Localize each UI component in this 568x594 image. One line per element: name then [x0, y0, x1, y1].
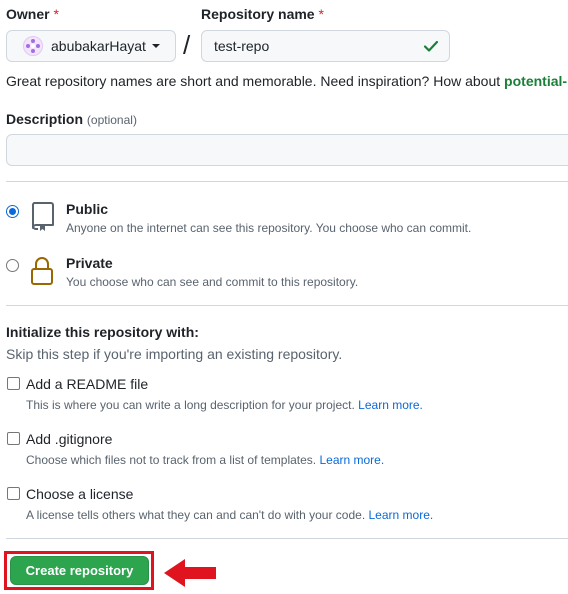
readme-title: Add a README file: [26, 376, 149, 392]
optional-note: (optional): [86, 113, 137, 127]
repo-book-icon: [31, 202, 54, 231]
repo-name-label: Repository name *: [201, 6, 324, 22]
divider: [6, 538, 568, 539]
license-title: Choose a license: [26, 486, 134, 502]
required-mark: *: [318, 6, 324, 22]
name-suggestion[interactable]: potential-r: [504, 73, 568, 89]
private-desc: You choose who can see and commit to thi…: [66, 275, 359, 289]
private-title: Private: [66, 255, 113, 271]
owner-select[interactable]: abubakarHayat: [6, 30, 176, 62]
public-radio[interactable]: [6, 205, 19, 218]
owner-repo-separator: /: [183, 30, 191, 60]
gitignore-desc: Choose which files not to track from a l…: [26, 453, 385, 467]
description-label: Description (optional): [6, 111, 137, 127]
owner-label: Owner *: [6, 6, 59, 22]
avatar: [23, 36, 43, 56]
gitignore-checkbox[interactable]: [7, 432, 20, 445]
license-learn-more-link[interactable]: Learn more.: [369, 508, 434, 522]
arrow-left-icon: [164, 559, 216, 587]
divider: [6, 181, 568, 182]
init-subheading: Skip this step if you're importing an ex…: [6, 346, 343, 362]
chevron-down-icon: [151, 44, 160, 48]
repo-name-hint: Great repository names are short and mem…: [6, 73, 568, 89]
public-desc: Anyone on the internet can see this repo…: [66, 221, 472, 235]
repo-name-input[interactable]: test-repo: [201, 30, 450, 62]
check-icon: [423, 40, 439, 52]
public-title: Public: [66, 201, 109, 217]
license-checkbox[interactable]: [7, 487, 20, 500]
owner-name: abubakarHayat: [51, 38, 146, 54]
description-input[interactable]: [6, 134, 568, 166]
license-desc: A license tells others what they can and…: [26, 508, 434, 522]
repo-name-value: test-repo: [214, 38, 270, 54]
private-radio[interactable]: [6, 259, 19, 272]
readme-checkbox[interactable]: [7, 377, 20, 390]
lock-icon: [31, 257, 53, 285]
required-mark: *: [53, 6, 59, 22]
readme-desc: This is where you can write a long descr…: [26, 398, 423, 412]
create-repository-button[interactable]: Create repository: [10, 556, 149, 585]
gitignore-title: Add .gitignore: [26, 431, 113, 447]
divider: [6, 305, 568, 306]
gitignore-learn-more-link[interactable]: Learn more.: [319, 453, 384, 467]
readme-learn-more-link[interactable]: Learn more.: [358, 398, 423, 412]
init-heading: Initialize this repository with:: [6, 324, 199, 340]
